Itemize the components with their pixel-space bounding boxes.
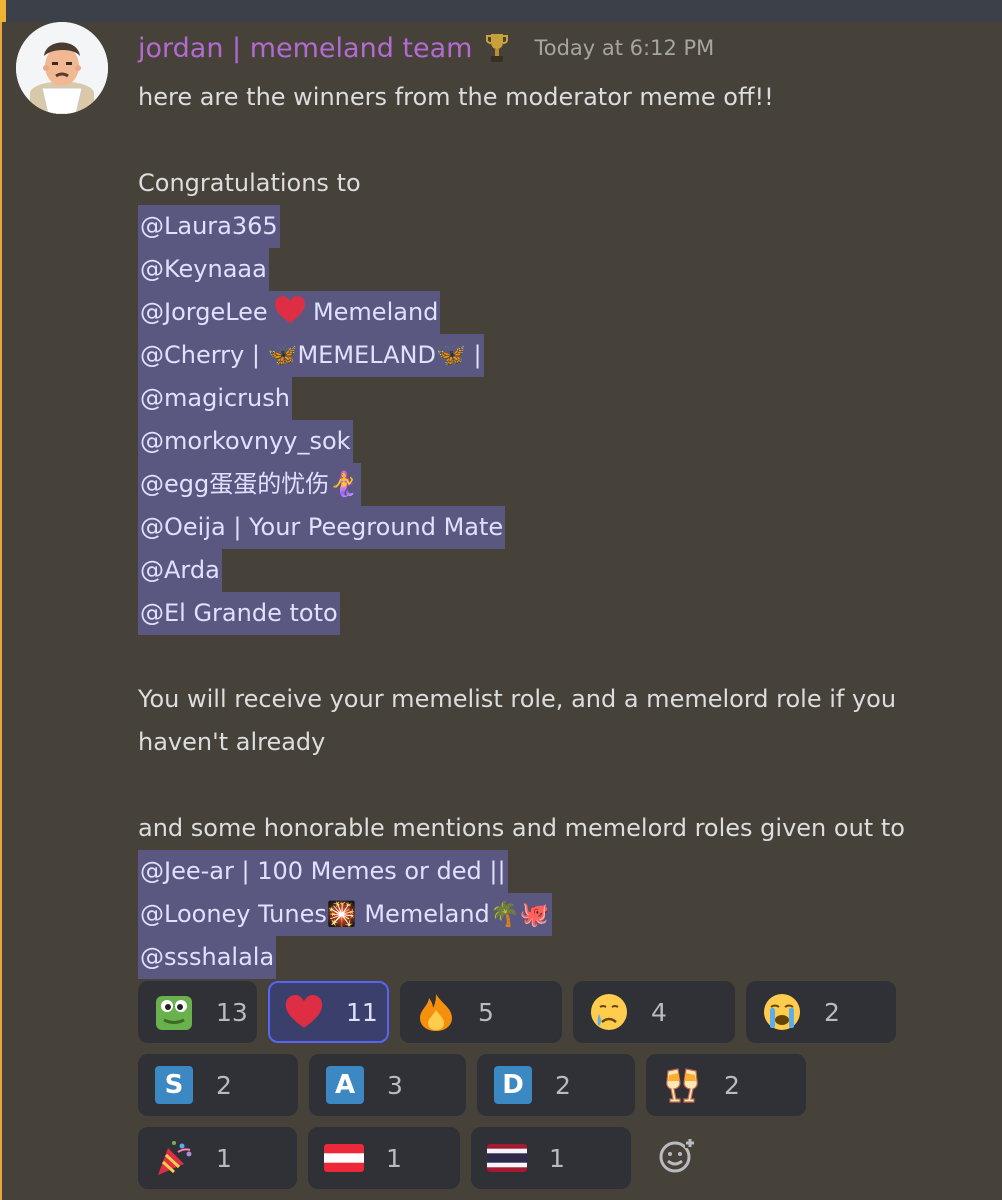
reaction-count: 2 (216, 1070, 232, 1100)
trophy-icon (486, 32, 509, 64)
highlight-accent-bar (0, 22, 2, 1200)
reaction-count: 3 (387, 1070, 403, 1100)
frog-emoji-icon (154, 992, 194, 1032)
reaction-party[interactable]: 1 (138, 1127, 297, 1189)
reaction-letter-d[interactable]: D 2 (477, 1054, 635, 1116)
heart-icon (275, 295, 306, 338)
message-timestamp: Today at 6:12 PM (534, 36, 715, 60)
reaction-count: 1 (216, 1143, 232, 1173)
fire-emoji-icon (416, 992, 456, 1032)
user-mention[interactable]: @magicrush (138, 377, 292, 420)
top-bar-accent (0, 0, 6, 22)
reaction-letter-a[interactable]: A 3 (309, 1054, 466, 1116)
reaction-count: 1 (386, 1143, 402, 1173)
letter-a-icon: A (325, 1065, 365, 1105)
reactions-bar: 13 11 5 4 2 S 2 A 3 D 2 2 1 1 1 (138, 981, 978, 1200)
reaction-frog[interactable]: 13 (138, 981, 257, 1043)
user-mention[interactable]: @Laura365 (138, 205, 280, 248)
user-mention[interactable]: @Oeija | Your Peeground Mate (138, 506, 506, 549)
reaction-count: 2 (824, 997, 840, 1027)
reaction-count: 1 (549, 1143, 565, 1173)
letter-s-icon: S (154, 1065, 194, 1105)
reaction-thailand[interactable]: 1 (471, 1127, 631, 1189)
reaction-letter-s[interactable]: S 2 (138, 1054, 298, 1116)
reaction-count: 2 (555, 1070, 571, 1100)
austria-flag-icon (324, 1138, 364, 1178)
user-mention[interactable]: @JorgeLee Memeland (138, 291, 441, 334)
user-mention[interactable]: @egg蛋蛋的忧伤🧜‍♀️ (138, 463, 362, 506)
honorable-intro-text: and some honorable mentions and memelord… (138, 814, 905, 842)
letter-d-icon: D (493, 1065, 533, 1105)
mention-text: Memeland (305, 298, 439, 326)
reaction-austria[interactable]: 1 (308, 1127, 460, 1189)
message-content: here are the winners from the moderator … (138, 76, 958, 979)
add-reaction-button[interactable] (648, 1127, 708, 1189)
reaction-count: 11 (346, 997, 378, 1027)
reaction-count: 13 (216, 997, 248, 1027)
top-bar (0, 0, 1002, 22)
crying-face-emoji-icon (589, 992, 629, 1032)
reaction-fire[interactable]: 5 (400, 981, 562, 1043)
reaction-count: 2 (724, 1070, 740, 1100)
party-popper-emoji-icon (154, 1138, 194, 1178)
heart-emoji-icon (284, 992, 324, 1032)
receive-text: You will receive your memelist role, and… (138, 685, 897, 756)
user-mention[interactable]: @Cherry | 🦋MEMELAND🦋 | (138, 334, 484, 377)
add-reaction-icon (659, 1137, 697, 1179)
user-mention[interactable]: @Keynaaa (138, 248, 269, 291)
message-header: jordan | memeland team Today at 6:12 PM (138, 28, 714, 68)
thailand-flag-icon (487, 1138, 527, 1178)
congrats-text: Congratulations to (138, 169, 361, 197)
loudly-crying-face-emoji-icon (762, 992, 802, 1032)
intro-text: here are the winners from the moderator … (138, 83, 774, 111)
avatar[interactable] (16, 22, 108, 114)
user-mention[interactable]: @morkovnyy_sok (138, 420, 353, 463)
reaction-crying[interactable]: 4 (573, 981, 735, 1043)
user-mention[interactable]: @Arda (138, 549, 222, 592)
mention-text: @JorgeLee (140, 298, 276, 326)
champagne-glasses-emoji-icon (662, 1065, 702, 1105)
username[interactable]: jordan | memeland team (138, 33, 472, 64)
reaction-heart[interactable]: 11 (268, 981, 389, 1043)
reaction-sob[interactable]: 2 (746, 981, 896, 1043)
reaction-count: 4 (651, 997, 667, 1027)
reaction-count: 5 (478, 997, 494, 1027)
user-mention[interactable]: @El Grande toto (138, 592, 340, 635)
user-mention[interactable]: @Jee-ar | 100 Memes or ded || (138, 850, 508, 893)
reaction-champagne[interactable]: 2 (646, 1054, 806, 1116)
user-mention[interactable]: @Looney Tunes🎇 Memeland🌴🐙 (138, 893, 552, 936)
user-mention[interactable]: @ssshalala (138, 936, 277, 979)
